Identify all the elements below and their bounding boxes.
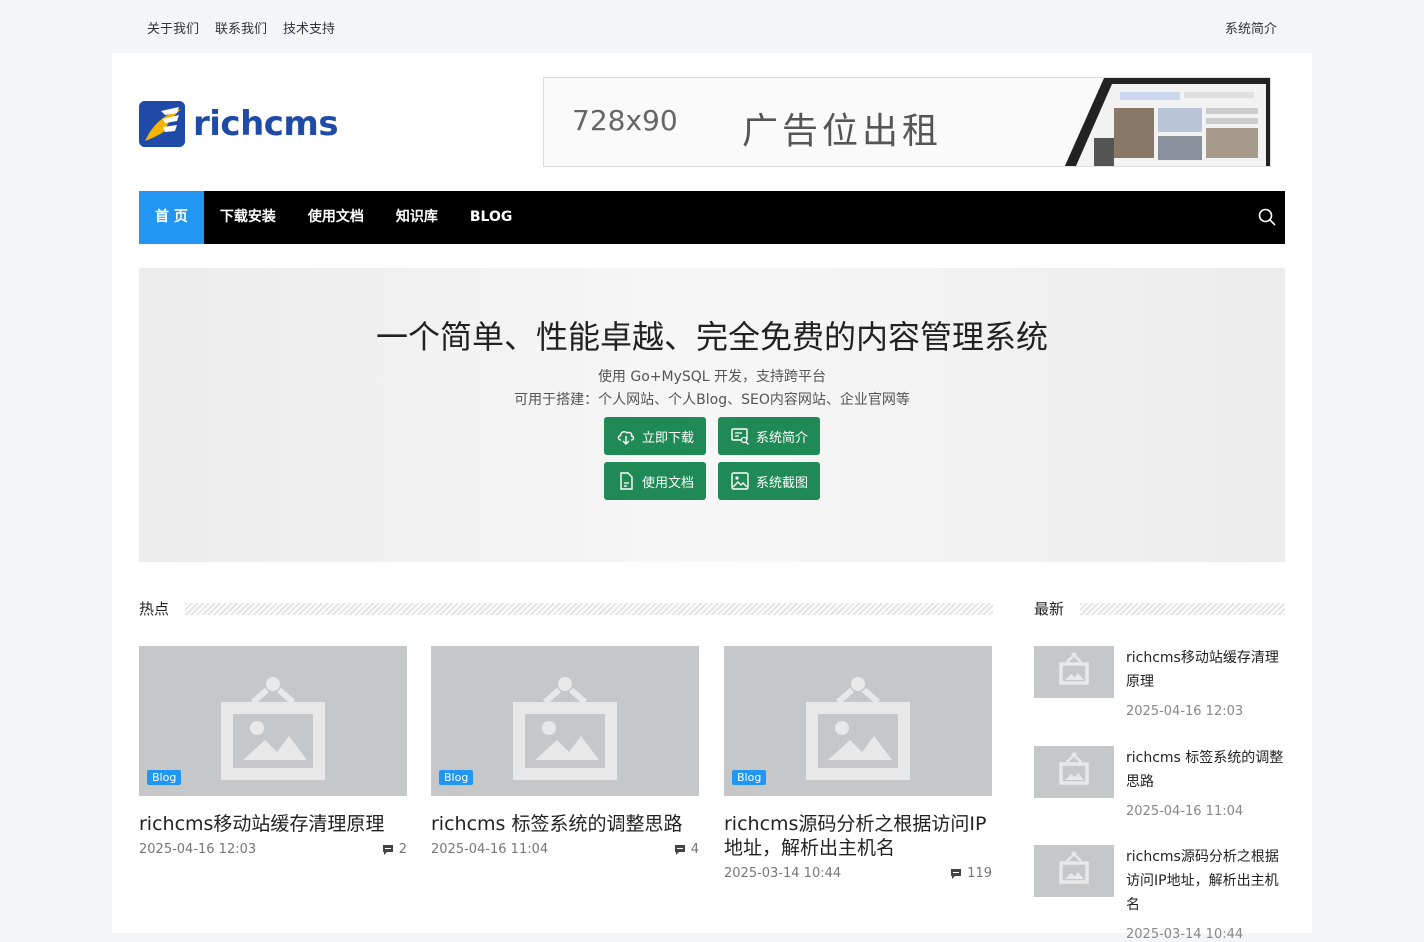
post-thumbnail[interactable]: Blog [724,646,992,796]
latest-title[interactable]: richcms源码分析之根据访问IP地址，解析出主机名 [1126,845,1286,917]
ad-slogan: 广告位出租 [742,111,943,152]
post-thumbnail[interactable]: Blog [139,646,407,796]
site-logo[interactable]: richcms [139,101,339,147]
image-placeholder-icon [1059,851,1089,884]
intro-button[interactable]: 系统简介 [718,417,820,455]
post-comment-count: 119 [967,866,992,881]
ad-laptop-image [1064,78,1270,166]
docs-button[interactable]: 使用文档 [604,462,706,500]
hot-post-card: Blog richcms 标签系统的调整思路 2025-04-16 11:04 … [431,646,699,857]
post-title[interactable]: richcms源码分析之根据访问IP地址，解析出主机名 [724,812,992,860]
hero-title: 一个简单、性能卓越、完全免费的内容管理系统 [375,318,1048,356]
docs-button-label: 使用文档 [641,475,694,491]
comment-icon [382,844,393,855]
top-link-intro[interactable]: 系统简介 [1225,18,1277,37]
main-nav: 首 页 下载安装 使用文档 知识库 BLOG [139,191,1285,244]
document-icon [620,472,633,490]
post-thumbnail[interactable]: Blog [431,646,699,796]
image-placeholder-icon [1059,652,1089,685]
image-placeholder-icon [806,677,910,780]
ad-size-label: 728x90 [572,104,678,137]
latest-thumbnail[interactable] [1034,746,1114,798]
top-links: 关于我们 联系我们 技术支持 [147,18,335,37]
post-comments: 2 [382,842,407,857]
screenshots-button-label: 系统截图 [755,475,808,491]
top-bar: 关于我们 联系我们 技术支持 系统简介 [112,0,1312,53]
latest-date: 2025-03-14 10:44 [1126,927,1244,942]
post-comments: 119 [950,866,992,881]
post-meta: 2025-04-16 11:04 4 [431,842,699,857]
nav-item-blog[interactable]: BLOG [454,191,529,244]
latest-section-header: 最新 [1034,598,1285,619]
search-icon[interactable] [1257,207,1277,227]
hot-post-card: Blog richcms源码分析之根据访问IP地址，解析出主机名 2025-03… [724,646,992,881]
post-meta: 2025-03-14 10:44 119 [724,866,992,881]
download-button[interactable]: 立即下载 [604,417,706,455]
post-meta: 2025-04-16 12:03 2 [139,842,407,857]
nav-item-home[interactable]: 首 页 [139,191,204,244]
image-placeholder-icon [513,677,617,780]
post-comments: 4 [674,842,699,857]
screenshots-button[interactable]: 系统截图 [718,462,820,500]
intro-button-label: 系统简介 [755,430,808,446]
post-title[interactable]: richcms移动站缓存清理原理 [139,812,407,836]
info-search-icon [731,428,749,445]
download-button-label: 立即下载 [641,430,694,446]
latest-date: 2025-04-16 12:03 [1126,704,1244,719]
post-tag[interactable]: Blog [439,770,474,785]
image-placeholder-icon [221,677,325,780]
hero-button-row-1: 立即下载 系统简介 [139,417,1285,455]
ad-banner[interactable]: 728x90 广告位出租 [543,77,1271,167]
comment-icon [951,868,962,879]
logo-text: richcms [193,104,339,144]
nav-item-docs[interactable]: 使用文档 [292,191,380,244]
post-title[interactable]: richcms 标签系统的调整思路 [431,812,699,836]
post-tag[interactable]: Blog [147,770,182,785]
latest-title[interactable]: richcms 标签系统的调整思路 [1126,746,1286,794]
hero-banner: 一个简单、性能卓越、完全免费的内容管理系统 使用 Go+MySQL 开发，支持跨… [139,268,1285,562]
post-comment-count: 2 [398,842,407,857]
section-divider [185,602,993,615]
top-link-support[interactable]: 技术支持 [283,18,335,37]
post-comment-count: 4 [690,842,699,857]
image-icon [731,472,749,490]
comment-icon [674,844,685,855]
top-link-about[interactable]: 关于我们 [147,18,199,37]
post-date: 2025-04-16 11:04 [431,842,549,857]
image-placeholder-icon [1059,752,1089,785]
hero-button-row-2: 使用文档 系统截图 [139,462,1285,500]
post-date: 2025-03-14 10:44 [724,866,842,881]
latest-thumbnail[interactable] [1034,646,1114,698]
logo-wing-icon [139,101,185,147]
latest-thumbnail[interactable] [1034,845,1114,897]
nav-item-download[interactable]: 下载安装 [204,191,292,244]
nav-item-knowledge[interactable]: 知识库 [380,191,454,244]
latest-date: 2025-04-16 11:04 [1126,804,1244,819]
page-container: richcms 728x90 广告位出租 首 页 下载安装 使用文档 知识库 B… [112,53,1312,942]
post-tag[interactable]: Blog [732,770,767,785]
hot-section-title: 热点 [139,600,170,618]
cloud-download-icon [617,431,635,445]
latest-title[interactable]: richcms移动站缓存清理原理 [1126,646,1286,694]
hero-subtitle-line-1: 使用 Go+MySQL 开发，支持跨平台 [597,369,827,385]
hot-post-card: Blog richcms移动站缓存清理原理 2025-04-16 12:03 2 [139,646,407,857]
hero-subtitle: 使用 Go+MySQL 开发，支持跨平台 可用于搭建：个人网站、个人Blog、S… [139,366,1285,412]
post-date: 2025-04-16 12:03 [139,842,257,857]
top-link-contact[interactable]: 联系我们 [215,18,267,37]
hot-section-header: 热点 [139,598,993,619]
section-divider [1080,602,1285,615]
latest-section-title: 最新 [1034,600,1065,618]
hero-subtitle-line-2: 可用于搭建：个人网站、个人Blog、SEO内容网站、企业官网等 [514,392,910,408]
